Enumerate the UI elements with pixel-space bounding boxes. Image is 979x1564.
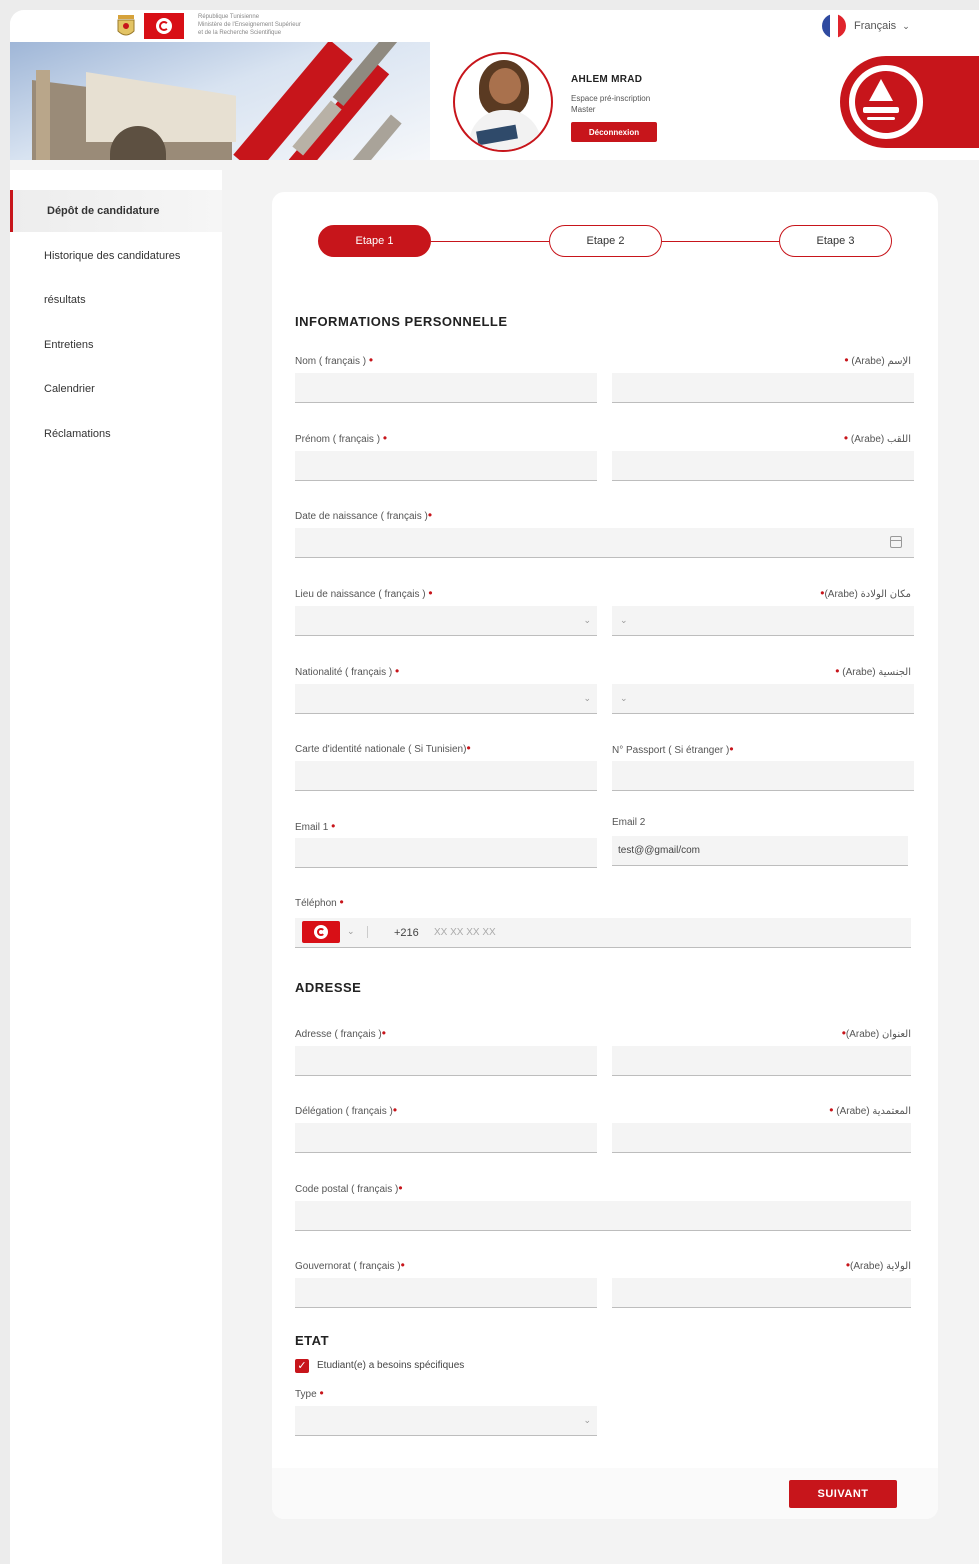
lieu-ar-select[interactable]: ⌄ bbox=[612, 606, 914, 636]
chevron-down-icon: ⌄ bbox=[583, 615, 591, 625]
prenom-ar-input[interactable] bbox=[612, 451, 914, 481]
section-title-state: ETAT bbox=[295, 1333, 330, 1348]
label-passport: N° Passport ( Si étranger )• bbox=[612, 742, 734, 756]
adresse-fr-input[interactable] bbox=[295, 1046, 597, 1076]
sidebar-item-reclamations[interactable]: Réclamations bbox=[10, 413, 222, 455]
sidebar-item-entretiens[interactable]: Entretiens bbox=[10, 324, 222, 366]
type-select[interactable]: ⌄ bbox=[295, 1406, 597, 1436]
nationalite-ar-select[interactable]: ⌄ bbox=[612, 684, 914, 714]
gouvernorat-fr-input[interactable] bbox=[295, 1278, 597, 1308]
label-email1: Email 1 • bbox=[295, 819, 336, 833]
app-frame: République Tunisienne Ministère de l'Ens… bbox=[10, 10, 979, 1564]
label-lieu-fr: Lieu de naissance ( français ) • bbox=[295, 586, 433, 600]
user-space: Espace pré-inscription Master bbox=[571, 94, 651, 114]
nom-ar-input[interactable] bbox=[612, 373, 914, 403]
label-type: Type • bbox=[295, 1386, 324, 1400]
sidebar: Dépôt de candidature Historique des cand… bbox=[10, 170, 222, 1564]
language-label: Français bbox=[854, 20, 897, 32]
label-adresse-ar: •(Arabe) العنوان bbox=[841, 1026, 911, 1040]
chevron-down-icon: ⌄ bbox=[902, 20, 910, 31]
label-adresse-fr: Adresse ( français )• bbox=[295, 1026, 386, 1040]
university-logo bbox=[846, 62, 926, 142]
email2-input[interactable]: test@@gmail/com bbox=[612, 836, 908, 866]
label-lieu-ar: •(Arabe) مكان الولادة bbox=[820, 586, 911, 600]
section-title-address: ADRESSE bbox=[295, 980, 362, 995]
nom-fr-input[interactable] bbox=[295, 373, 597, 403]
calendar-icon[interactable] bbox=[890, 536, 902, 548]
besoins-specifiques-checkbox[interactable]: ✓ bbox=[295, 1359, 309, 1373]
section-title-personal: INFORMATIONS PERSONNELLE bbox=[295, 314, 508, 329]
chevron-down-icon[interactable]: ⌄ bbox=[347, 926, 355, 937]
top-bar: République Tunisienne Ministère de l'Ens… bbox=[10, 10, 979, 42]
france-flag-icon bbox=[822, 14, 846, 38]
application-form-card: Etape 1 Etape 2 Etape 3 INFORMATIONS PER… bbox=[272, 192, 938, 1519]
header-banner: AHLEM MRAD Espace pré-inscription Master… bbox=[10, 42, 979, 160]
logout-button[interactable]: Déconnexion bbox=[571, 122, 657, 142]
label-telephone: Téléphon • bbox=[295, 895, 344, 909]
ministry-title: République Tunisienne Ministère de l'Ens… bbox=[198, 14, 301, 36]
lieu-fr-select[interactable]: ⌄ bbox=[295, 606, 597, 636]
tunisia-coat-of-arms-icon bbox=[117, 15, 135, 36]
stepper: Etape 1 Etape 2 Etape 3 bbox=[318, 225, 892, 257]
sidebar-item-historique[interactable]: Historique des candidatures bbox=[10, 235, 222, 277]
tunisia-flag-icon bbox=[144, 13, 184, 39]
university-building-image bbox=[10, 42, 430, 160]
label-nationalite-fr: Nationalité ( français ) • bbox=[295, 664, 400, 678]
nationalite-fr-select[interactable]: ⌄ bbox=[295, 684, 597, 714]
label-cin: Carte d'identité nationale ( Si Tunisien… bbox=[295, 741, 471, 755]
label-prenom-fr: Prénom ( français ) • bbox=[295, 431, 388, 445]
delegation-fr-input[interactable] bbox=[295, 1123, 597, 1153]
sidebar-item-calendrier[interactable]: Calendrier bbox=[10, 368, 222, 410]
language-selector[interactable]: Français ⌄ bbox=[822, 14, 910, 38]
besoins-specifiques-label: Etudiant(e) a besoins spécifiques bbox=[317, 1360, 465, 1371]
step-connector bbox=[662, 241, 780, 242]
user-avatar bbox=[453, 52, 553, 152]
label-code-postal: Code postal ( français )• bbox=[295, 1181, 403, 1195]
cin-input[interactable] bbox=[295, 761, 597, 791]
step-2[interactable]: Etape 2 bbox=[549, 225, 662, 257]
date-naissance-input[interactable] bbox=[295, 528, 914, 558]
email1-input[interactable] bbox=[295, 838, 597, 868]
code-postal-input[interactable] bbox=[295, 1201, 911, 1231]
chevron-down-icon: ⌄ bbox=[620, 693, 628, 703]
sidebar-item-resultats[interactable]: résultats bbox=[10, 279, 222, 321]
adresse-ar-input[interactable] bbox=[612, 1046, 911, 1076]
label-nom-fr: Nom ( français ) • bbox=[295, 353, 374, 367]
tunisia-flag-icon[interactable] bbox=[302, 921, 340, 943]
step-1[interactable]: Etape 1 bbox=[318, 225, 431, 257]
delegation-ar-input[interactable] bbox=[612, 1123, 911, 1153]
prenom-fr-input[interactable] bbox=[295, 451, 597, 481]
user-name: AHLEM MRAD bbox=[571, 74, 643, 85]
gouvernorat-ar-input[interactable] bbox=[612, 1278, 911, 1308]
chevron-down-icon: ⌄ bbox=[583, 1415, 591, 1425]
next-button[interactable]: SUIVANT bbox=[789, 1480, 897, 1508]
phone-prefix: +216 bbox=[394, 926, 419, 939]
label-delegation-fr: Délégation ( français )• bbox=[295, 1103, 398, 1117]
chevron-down-icon: ⌄ bbox=[620, 615, 628, 625]
label-date-naissance: Date de naissance ( français )• bbox=[295, 508, 433, 522]
sidebar-item-depot-candidature[interactable]: Dépôt de candidature bbox=[10, 190, 222, 232]
phone-placeholder: XX XX XX XX bbox=[434, 927, 496, 938]
label-email2: Email 2 bbox=[612, 817, 646, 828]
label-prenom-ar: • (Arabe) اللقب bbox=[843, 431, 911, 445]
step-3[interactable]: Etape 3 bbox=[779, 225, 892, 257]
label-gouvernorat-fr: Gouvernorat ( français )• bbox=[295, 1258, 405, 1272]
step-connector bbox=[431, 241, 549, 242]
chevron-down-icon: ⌄ bbox=[583, 693, 591, 703]
telephone-input[interactable]: ⌄ +216 XX XX XX XX bbox=[295, 918, 911, 948]
label-nationalite-ar: • (Arabe) الجنسية bbox=[835, 664, 911, 678]
divider bbox=[367, 926, 368, 938]
label-gouvernorat-ar: •(Arabe) الولاية bbox=[845, 1258, 911, 1272]
passport-input[interactable] bbox=[612, 761, 914, 791]
label-nom-ar: • (Arabe) الإسم bbox=[844, 353, 911, 367]
label-delegation-ar: • (Arabe) المعتمدية bbox=[829, 1103, 911, 1117]
